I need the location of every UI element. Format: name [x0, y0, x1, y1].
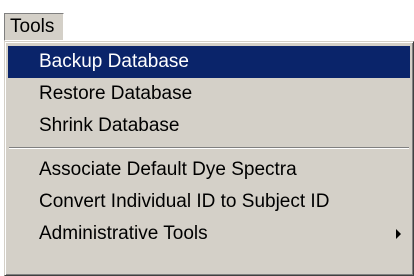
menu-tools-label: Tools [10, 16, 55, 37]
tools-dropdown-menu: Backup Database Restore Database Shrink … [4, 41, 414, 276]
menu-item-shrink-database[interactable]: Shrink Database [8, 110, 410, 142]
menu-item-label: Administrative Tools [39, 223, 208, 244]
submenu-arrow-icon [396, 229, 401, 239]
menu-item-label: Backup Database [39, 51, 189, 72]
menu-tools[interactable]: Tools [4, 13, 64, 41]
menu-item-label: Associate Default Dye Spectra [39, 159, 297, 180]
menu-item-label: Convert Individual ID to Subject ID [39, 191, 330, 212]
menu-item-restore-database[interactable]: Restore Database [8, 78, 410, 110]
menu-item-convert-individual-id[interactable]: Convert Individual ID to Subject ID [8, 186, 410, 218]
menu-item-administrative-tools[interactable]: Administrative Tools [8, 218, 410, 250]
menu-item-label: Shrink Database [39, 115, 180, 136]
menu-item-associate-default-dye-spectra[interactable]: Associate Default Dye Spectra [8, 154, 410, 186]
menu-separator [8, 142, 410, 154]
menu-item-label: Restore Database [39, 83, 193, 104]
menu-item-backup-database[interactable]: Backup Database [8, 46, 410, 78]
